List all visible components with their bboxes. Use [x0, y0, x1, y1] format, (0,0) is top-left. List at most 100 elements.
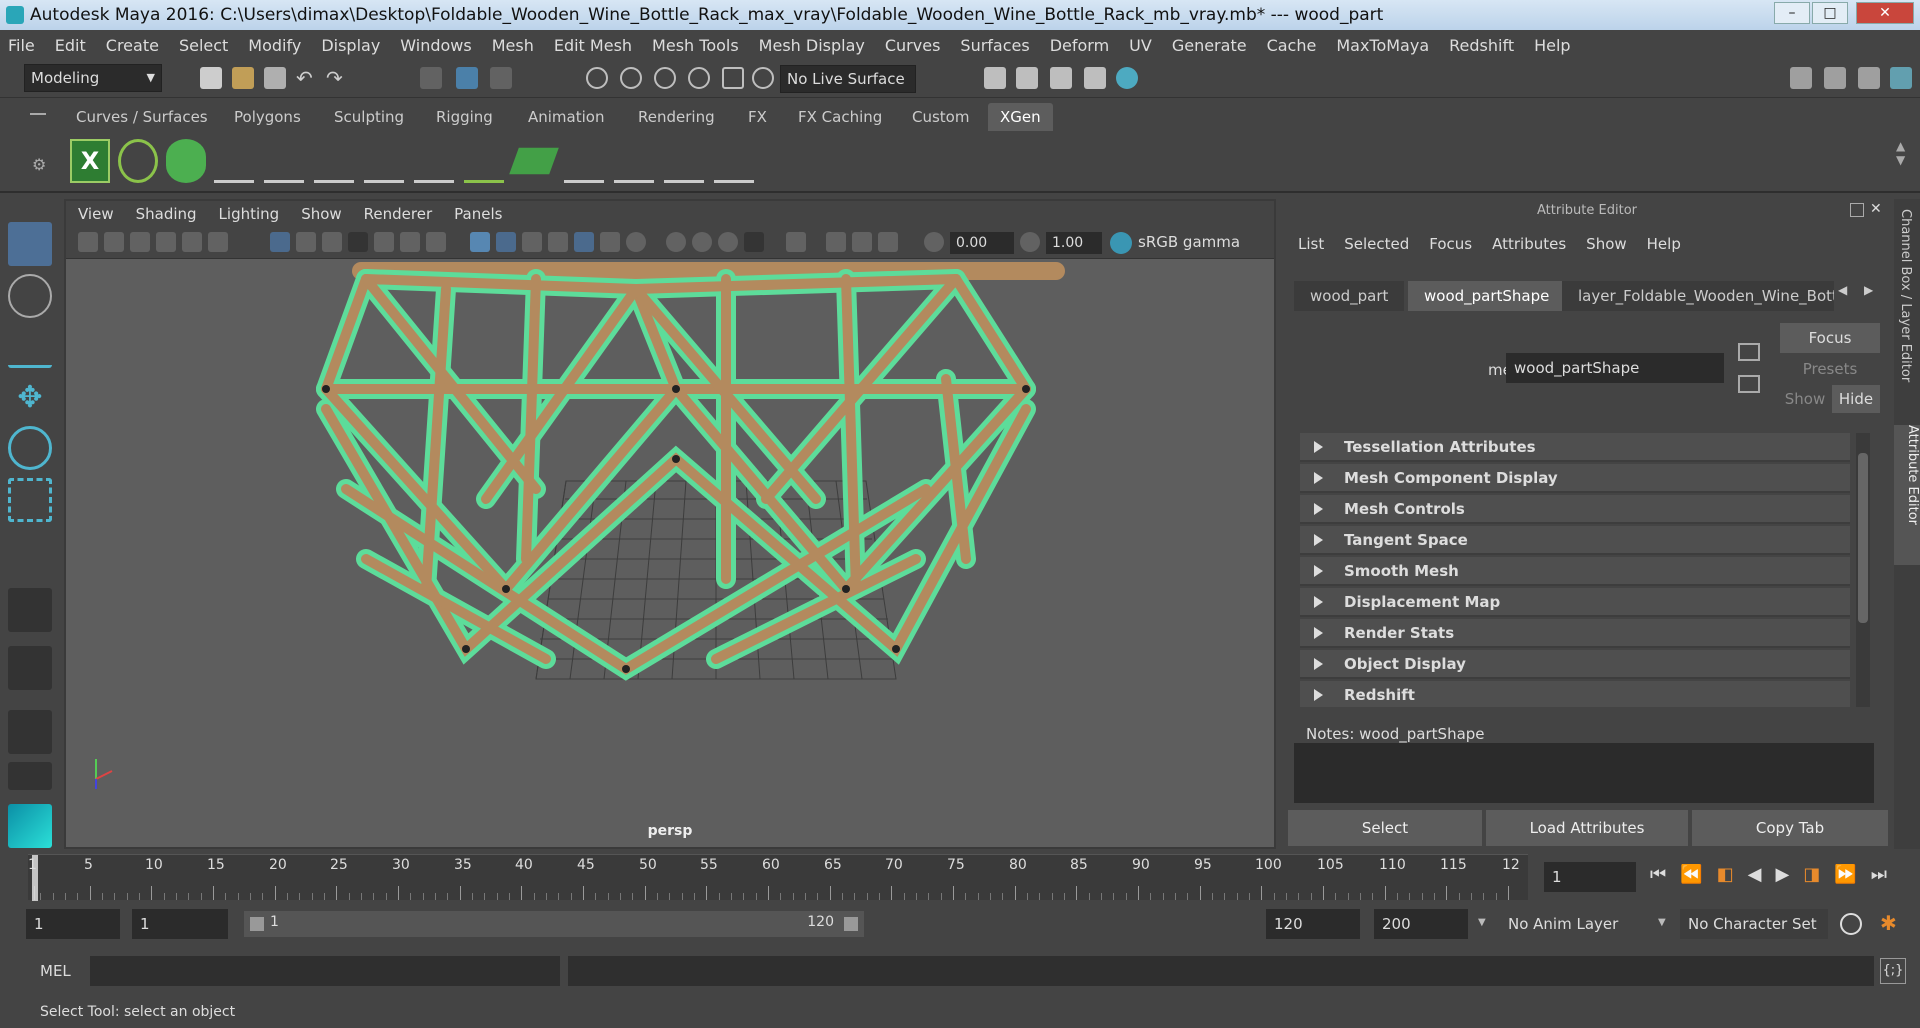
- menu-maxtomaya[interactable]: MaxToMaya: [1336, 36, 1429, 55]
- exposure-icon[interactable]: [924, 232, 944, 252]
- play-forward-icon[interactable]: ▶: [1775, 864, 1789, 885]
- step-back-key-icon[interactable]: ⏪: [1680, 864, 1702, 885]
- channel-box-toggle-icon[interactable]: [1890, 67, 1912, 89]
- ae-menu-list[interactable]: List: [1298, 235, 1324, 253]
- xgen-editor-icon[interactable]: X: [70, 139, 110, 183]
- section-mesh-component-display[interactable]: Mesh Component Display: [1300, 464, 1850, 493]
- textured-icon[interactable]: [574, 232, 594, 252]
- menu-surfaces[interactable]: Surfaces: [960, 36, 1029, 55]
- tab-scroll-left-icon[interactable]: ◀: [1838, 283, 1847, 297]
- layout-outliner-icon[interactable]: [8, 710, 52, 754]
- xray-components-icon[interactable]: [878, 232, 898, 252]
- tab-layer[interactable]: layer_Foldable_Wooden_Wine_Bottl: [1562, 281, 1834, 311]
- tab-fx[interactable]: FX: [736, 103, 779, 131]
- ae-menu-selected[interactable]: Selected: [1344, 235, 1409, 253]
- snap-surface-icon[interactable]: [722, 67, 744, 89]
- select-object-icon[interactable]: [456, 67, 478, 89]
- snap-point-icon[interactable]: [654, 67, 676, 89]
- shelf-scroll[interactable]: ▲ ▼: [1896, 139, 1905, 167]
- auto-key-icon[interactable]: [1840, 913, 1862, 935]
- 2d-pan-icon[interactable]: [182, 232, 202, 252]
- mode-selector[interactable]: Modeling ▼: [24, 64, 162, 92]
- xgen-guide-visibility-icon[interactable]: [364, 139, 404, 183]
- snap-view-icon[interactable]: [688, 67, 710, 89]
- script-editor-icon[interactable]: {;}: [1880, 958, 1906, 984]
- select-tool-icon[interactable]: [8, 222, 52, 266]
- time-ruler[interactable]: 1510152025303540455055606570758085909510…: [28, 854, 1528, 901]
- character-set-selector[interactable]: No Character Set: [1680, 909, 1828, 939]
- menu-mesh-display[interactable]: Mesh Display: [759, 36, 865, 55]
- xgen-create-description-icon[interactable]: [166, 139, 206, 183]
- script-language-label[interactable]: MEL: [40, 962, 71, 980]
- close-button[interactable]: ✕: [1856, 2, 1914, 24]
- notes-field[interactable]: [1294, 743, 1874, 803]
- range-end-handle[interactable]: [844, 917, 858, 931]
- scene-start-field[interactable]: 1: [26, 909, 120, 939]
- section-smooth-mesh[interactable]: Smooth Mesh: [1300, 557, 1850, 586]
- tool-settings-icon[interactable]: [1858, 67, 1880, 89]
- chevron-down-icon[interactable]: ▼: [1478, 917, 1486, 928]
- undo-icon[interactable]: ↶: [296, 67, 318, 89]
- go-to-start-icon[interactable]: ⏮: [1650, 864, 1666, 885]
- snap-live-icon[interactable]: [752, 67, 774, 89]
- screen-space-ao-icon[interactable]: [666, 232, 686, 252]
- menu-redshift[interactable]: Redshift: [1449, 36, 1514, 55]
- isolate-select-icon[interactable]: [786, 232, 806, 252]
- anti-aliasing-icon[interactable]: [718, 232, 738, 252]
- wireframe-on-shaded-icon[interactable]: [548, 232, 568, 252]
- xgen-sculpt-guides-icon[interactable]: [314, 139, 354, 183]
- xray-icon[interactable]: [826, 232, 846, 252]
- playback-end-field[interactable]: 120: [1266, 909, 1360, 939]
- grid-toggle-icon[interactable]: [270, 232, 290, 252]
- scrollbar-thumb[interactable]: [1858, 453, 1868, 623]
- xgen-add-guides-icon[interactable]: [214, 139, 254, 183]
- camera-icon[interactable]: [78, 232, 98, 252]
- section-redshift[interactable]: Redshift: [1300, 681, 1850, 707]
- ae-menu-help[interactable]: Help: [1647, 235, 1681, 253]
- copy-tab-button[interactable]: Copy Tab: [1692, 810, 1888, 846]
- paint-select-tool-icon[interactable]: [8, 324, 52, 368]
- go-to-input-icon[interactable]: [1738, 343, 1760, 361]
- tab-rendering[interactable]: Rendering: [626, 103, 727, 131]
- default-material-icon[interactable]: [522, 232, 542, 252]
- tab-wood-part-shape[interactable]: wood_partShape: [1408, 281, 1566, 311]
- menu-display[interactable]: Display: [321, 36, 380, 55]
- tab-fx-caching[interactable]: FX Caching: [786, 103, 894, 131]
- snap-grid-icon[interactable]: [586, 67, 608, 89]
- tab-curves-surfaces[interactable]: Curves / Surfaces: [64, 103, 220, 131]
- sections-scrollbar[interactable]: [1856, 433, 1870, 707]
- camera-attributes-icon[interactable]: [104, 232, 124, 252]
- snap-curve-icon[interactable]: [620, 67, 642, 89]
- xgen-delete-guides-icon[interactable]: [714, 139, 754, 183]
- move-tool-icon[interactable]: ✥: [8, 376, 52, 420]
- chevron-down-icon[interactable]: ▼: [1658, 917, 1666, 928]
- xray-joints-icon[interactable]: [852, 232, 872, 252]
- minimize-button[interactable]: –: [1774, 2, 1810, 24]
- gear-icon[interactable]: ⚙: [32, 155, 46, 174]
- vp-menu-lighting[interactable]: Lighting: [219, 205, 280, 223]
- vp-menu-panels[interactable]: Panels: [454, 205, 502, 223]
- modeling-toolkit-icon[interactable]: [1790, 67, 1812, 89]
- depth-of-field-icon[interactable]: [744, 232, 764, 252]
- section-tangent-space[interactable]: Tangent Space: [1300, 526, 1850, 555]
- go-to-output-icon[interactable]: [1738, 375, 1760, 393]
- hide-button[interactable]: Hide: [1832, 385, 1880, 413]
- section-tessellation[interactable]: Tessellation Attributes: [1300, 433, 1850, 462]
- ae-menu-show[interactable]: Show: [1586, 235, 1626, 253]
- menu-edit[interactable]: Edit: [55, 36, 86, 55]
- section-displacement-map[interactable]: Displacement Map: [1300, 588, 1850, 617]
- new-scene-icon[interactable]: [200, 67, 222, 89]
- xgen-rebuild-icon[interactable]: [564, 139, 604, 183]
- menu-help[interactable]: Help: [1534, 36, 1570, 55]
- xgen-preview-icon[interactable]: [118, 139, 158, 183]
- shadows-icon[interactable]: [626, 232, 646, 252]
- layout-single-icon[interactable]: [8, 588, 52, 632]
- ae-menu-focus[interactable]: Focus: [1429, 235, 1472, 253]
- tab-sculpting[interactable]: Sculpting: [322, 103, 416, 131]
- gamma-field[interactable]: 1.00: [1046, 232, 1102, 254]
- tab-polygons[interactable]: Polygons: [222, 103, 313, 131]
- attribute-editor-side-tab[interactable]: Attribute Editor: [1894, 425, 1920, 565]
- play-backward-icon[interactable]: ◀: [1748, 864, 1762, 885]
- presets-button[interactable]: Presets: [1780, 355, 1880, 383]
- tab-xgen[interactable]: XGen: [988, 103, 1053, 131]
